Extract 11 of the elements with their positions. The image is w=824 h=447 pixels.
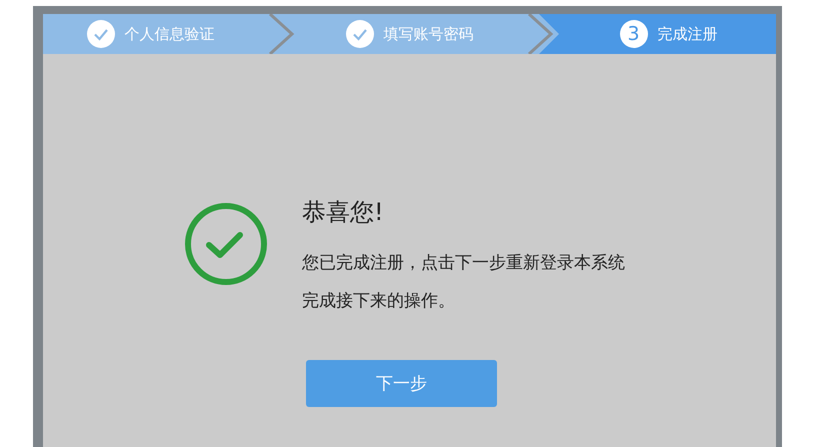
success-check-icon bbox=[184, 202, 268, 286]
next-button[interactable]: 下一步 bbox=[306, 360, 497, 407]
step-label: 个人信息验证 bbox=[124, 24, 214, 44]
step-label: 填写账号密码 bbox=[384, 24, 474, 44]
success-title: 恭喜您! bbox=[302, 197, 385, 228]
check-icon bbox=[86, 20, 114, 48]
check-icon bbox=[346, 20, 374, 48]
message-text: 完成接下来的操作。 bbox=[302, 290, 456, 313]
step-number: 3 bbox=[620, 20, 648, 48]
message-text: 您已完成注册，点击下一步重新登录本系统 bbox=[302, 252, 625, 275]
step-label: 完成注册 bbox=[658, 24, 718, 44]
